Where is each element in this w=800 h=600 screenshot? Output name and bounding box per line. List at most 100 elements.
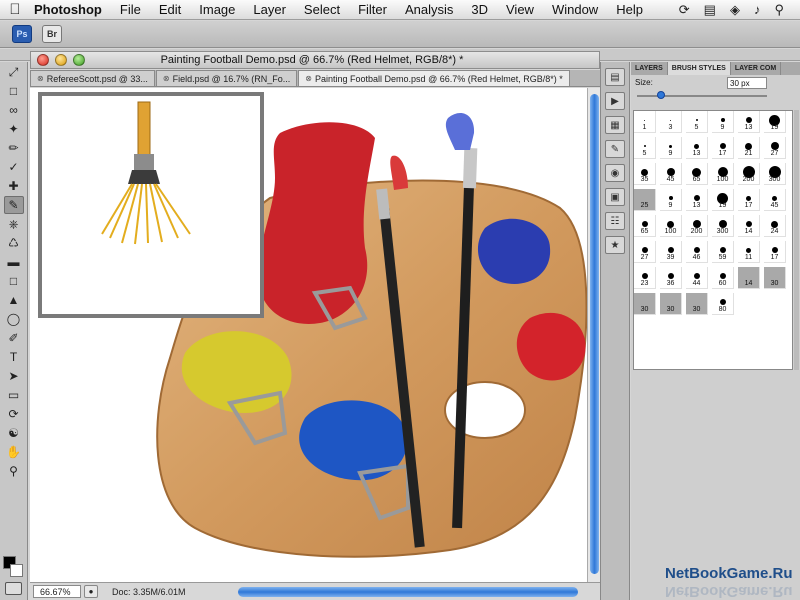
gradient-tool-icon[interactable]: □ [4,272,24,290]
vertical-scrollbar[interactable] [587,88,600,582]
swatches-panel-icon[interactable]: ◉ [605,164,625,182]
brush-preset[interactable]: 14 [738,267,760,289]
zoom-window-button[interactable] [73,54,85,66]
paths-panel-icon[interactable]: ★ [605,236,625,254]
hand-tool-icon[interactable]: ✋ [4,443,24,461]
brush-preset[interactable]: 39 [660,241,682,263]
quick-select-tool-icon[interactable]: ✦ [4,120,24,138]
brush-preset[interactable]: 200 [686,215,708,237]
healing-tool-icon[interactable]: ✚ [4,177,24,195]
brush-preset[interactable]: 17 [764,241,786,263]
brush-panel-icon[interactable]: ✎ [605,140,625,158]
panel-tab-layers[interactable]: LAYERS [631,62,668,75]
brush-preset[interactable]: 17 [738,189,760,211]
spotlight-icon[interactable]: ⚲ [774,2,784,18]
brush-size-field[interactable]: 30 px [727,77,767,89]
lasso-tool-icon[interactable]: ∞ [4,101,24,119]
brush-preset[interactable]: 300 [764,163,786,185]
menu-analysis[interactable]: Analysis [396,2,462,17]
brush-preset[interactable]: 24 [764,215,786,237]
crop-tool-icon[interactable]: ✏ [4,139,24,157]
close-tab-icon[interactable]: ⊗ [305,74,312,83]
brush-preset[interactable]: 13 [686,189,708,211]
channels-panel-icon[interactable]: ☷ [605,212,625,230]
brush-preset[interactable]: 45 [764,189,786,211]
brush-preset[interactable]: 100 [712,163,734,185]
volume-icon[interactable]: ♪ [754,2,761,18]
brush-size-slider[interactable] [637,91,767,99]
document-tab[interactable]: ⊗ Painting Football Demo.psd @ 66.7% (Red… [298,70,570,86]
close-window-button[interactable] [37,54,49,66]
wifi-icon[interactable]: ◈ [730,2,740,18]
sync-icon[interactable]: ⟳ [679,2,690,18]
close-tab-icon[interactable]: ⊗ [37,74,44,83]
brush-preset[interactable]: 60 [712,267,734,289]
brush-tool-icon[interactable]: ✎ [3,196,24,214]
blur-tool-icon[interactable]: ▲ [4,291,24,309]
status-info-icon[interactable]: ● [84,585,98,598]
vertical-scroll-thumb[interactable] [590,94,599,574]
eyedropper-tool-icon[interactable]: ✓ [4,158,24,176]
clone-stamp-tool-icon[interactable]: ⎈ [4,215,24,233]
zoom-level-field[interactable]: 66.67% [33,585,81,598]
menu-app-name[interactable]: Photoshop [30,2,111,17]
history-panel-icon[interactable]: ▤ [605,68,625,86]
layers-panel-icon[interactable]: ▦ [605,116,625,134]
menu-help[interactable]: Help [607,2,652,17]
brush-preset[interactable]: 5 [686,111,708,133]
brush-preset[interactable]: 30 [660,293,682,315]
brush-preset[interactable]: 65 [686,163,708,185]
panel-tab-brush-styles[interactable]: BRUSH STYLES [667,62,731,75]
menu-filter[interactable]: Filter [349,2,396,17]
horizontal-scroll-thumb[interactable] [238,586,578,597]
brush-preset[interactable]: 30 [634,293,656,315]
history-brush-tool-icon[interactable]: ♺ [4,234,24,252]
document-tab[interactable]: ⊗ RefereeScott.psd @ 33... [30,70,155,86]
brush-preset[interactable]: 80 [712,293,734,315]
brush-preset[interactable]: 59 [712,241,734,263]
menu-edit[interactable]: Edit [150,2,190,17]
document-tab[interactable]: ⊗ Field.psd @ 16.7% (RN_Fo... [155,70,298,86]
quick-mask-button[interactable] [5,582,22,595]
time-machine-icon[interactable]: ▤ [704,2,716,18]
brush-preset[interactable]: 45 [660,163,682,185]
brush-preset[interactable]: 1 [634,111,656,133]
photoshop-logo-icon[interactable]: Ps [12,25,32,43]
menu-layer[interactable]: Layer [244,2,295,17]
3d-rotate-tool-icon[interactable]: ⟳ [4,405,24,423]
brush-preset[interactable]: 46 [686,241,708,263]
close-tab-icon[interactable]: ⊗ [163,74,170,83]
background-color-swatch[interactable] [10,564,23,577]
brush-preset[interactable]: 200 [738,163,760,185]
path-select-tool-icon[interactable]: ➤ [4,367,24,385]
type-tool-icon[interactable]: T [4,348,24,366]
menu-3d[interactable]: 3D [462,2,497,17]
menu-window[interactable]: Window [543,2,607,17]
brush-preset[interactable]: 44 [686,267,708,289]
document-size-info[interactable]: Doc: 3.35M/6.01M [112,587,232,597]
zoom-tool-icon[interactable]: ⚲ [4,462,24,480]
move-tool-icon[interactable]: ⤢ [4,63,24,81]
brush-preset[interactable]: 3 [660,111,682,133]
brush-preset[interactable]: 65 [634,215,656,237]
shape-tool-icon[interactable]: ▭ [4,386,24,404]
brush-preset[interactable]: 23 [634,267,656,289]
marquee-tool-icon[interactable]: □ [4,82,24,100]
brush-preset[interactable]: 36 [660,267,682,289]
brush-preset[interactable]: 27 [764,137,786,159]
brush-preset[interactable]: 30 [686,293,708,315]
brush-preset[interactable]: 5 [634,137,656,159]
brush-preset[interactable]: 19 [712,189,734,211]
bridge-launch-button[interactable]: Br [42,25,62,43]
brush-preset[interactable]: 14 [738,215,760,237]
brush-size-slider-knob[interactable] [657,91,666,99]
apple-icon[interactable]:  [0,1,30,18]
brush-preset[interactable]: 9 [712,111,734,133]
3d-orbit-tool-icon[interactable]: ☯ [4,424,24,442]
pen-tool-icon[interactable]: ✐ [4,329,24,347]
menu-file[interactable]: File [111,2,150,17]
dodge-tool-icon[interactable]: ◯ [4,310,24,328]
minimize-window-button[interactable] [55,54,67,66]
brush-panel-scrollbar[interactable] [794,110,799,370]
brush-preset[interactable]: 13 [686,137,708,159]
